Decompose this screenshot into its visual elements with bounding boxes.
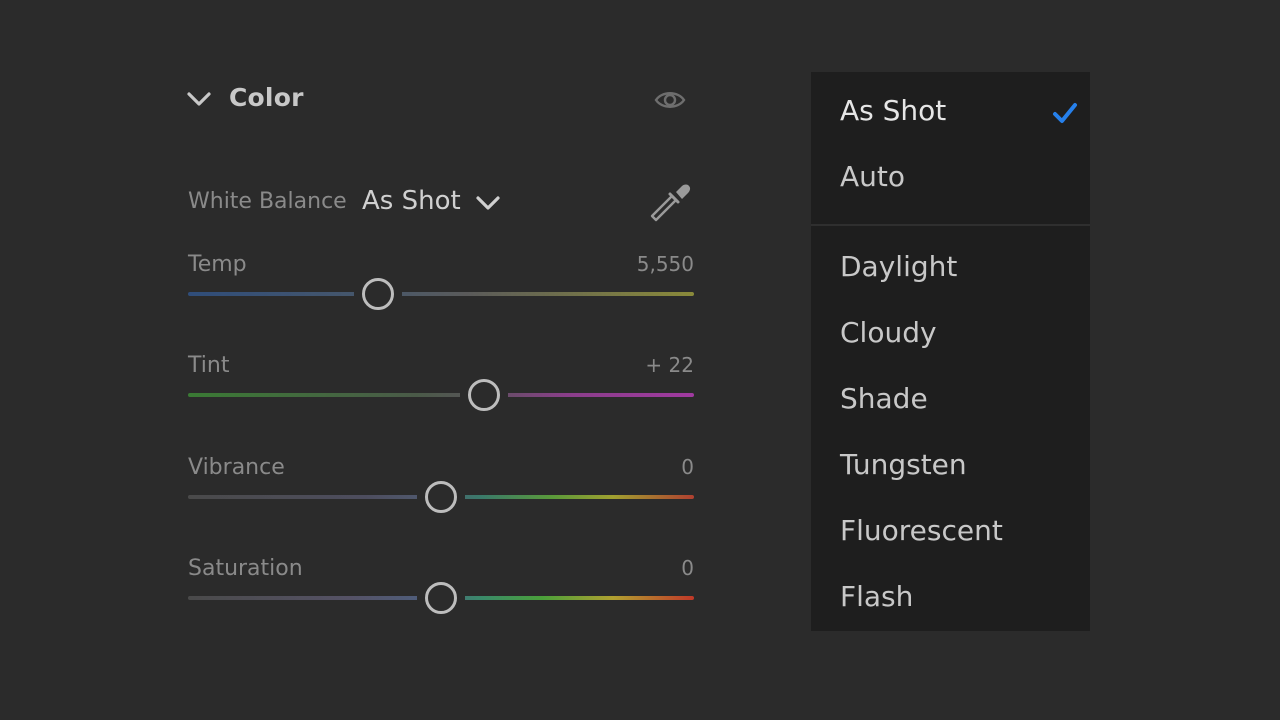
menu-item-fluorescent[interactable]: Fluorescent: [811, 502, 1090, 564]
saturation-slider-block: Saturation 0: [188, 556, 696, 636]
slider-label: Vibrance: [188, 455, 285, 480]
vibrance-slider-track[interactable]: [188, 481, 694, 513]
slider-label: Temp: [188, 252, 247, 277]
slider-value[interactable]: + 22: [645, 353, 694, 377]
slider-value[interactable]: 0: [681, 455, 694, 479]
tint-slider-thumb[interactable]: [468, 379, 500, 411]
menu-item-label: Daylight: [840, 250, 958, 283]
color-section-header[interactable]: Color: [186, 80, 696, 120]
menu-item-tungsten[interactable]: Tungsten: [811, 436, 1090, 498]
temp-slider-track[interactable]: [188, 278, 694, 310]
eyedropper-icon[interactable]: [648, 176, 692, 222]
slider-value[interactable]: 0: [681, 556, 694, 580]
eye-icon[interactable]: [654, 86, 686, 114]
menu-item-label: Tungsten: [840, 448, 967, 481]
chevron-down-icon: [476, 196, 500, 210]
vibrance-slider-thumb[interactable]: [425, 481, 457, 513]
menu-item-label: Flash: [840, 580, 914, 613]
menu-item-shade[interactable]: Shade: [811, 370, 1090, 432]
vibrance-slider-block: Vibrance 0: [188, 455, 696, 535]
menu-item-label: As Shot: [840, 94, 947, 127]
menu-item-label: Shade: [840, 382, 928, 415]
menu-item-daylight[interactable]: Daylight: [811, 238, 1090, 300]
menu-divider: [811, 224, 1090, 226]
chevron-down-icon[interactable]: [186, 88, 212, 112]
white-balance-menu: As Shot Auto Daylight Cloudy Shade Tungs…: [811, 72, 1090, 631]
white-balance-row: White Balance As Shot: [188, 176, 696, 226]
section-title: Color: [229, 83, 304, 112]
temp-slider-block: Temp 5,550: [188, 252, 696, 332]
slider-label: Tint: [188, 353, 230, 378]
slider-label: Saturation: [188, 556, 303, 581]
saturation-slider-track[interactable]: [188, 582, 694, 614]
check-icon: [1053, 103, 1077, 123]
temp-slider-thumb[interactable]: [361, 278, 394, 310]
app-canvas: Color White Balance As Shot Temp 5,550 T…: [0, 0, 1280, 720]
menu-item-auto[interactable]: Auto: [811, 148, 1090, 210]
tint-slider-block: Tint + 22: [188, 353, 696, 433]
menu-item-cloudy[interactable]: Cloudy: [811, 304, 1090, 366]
white-balance-label: White Balance: [188, 189, 347, 214]
menu-item-label: Cloudy: [840, 316, 937, 349]
menu-item-as-shot[interactable]: As Shot: [811, 82, 1090, 144]
menu-item-label: Auto: [840, 160, 906, 193]
saturation-slider-thumb[interactable]: [425, 582, 457, 614]
slider-value[interactable]: 5,550: [637, 252, 694, 276]
menu-item-flash[interactable]: Flash: [811, 568, 1090, 630]
menu-item-label: Fluorescent: [840, 514, 1003, 547]
white-balance-value: As Shot: [362, 186, 461, 216]
tint-slider-track[interactable]: [188, 379, 694, 411]
